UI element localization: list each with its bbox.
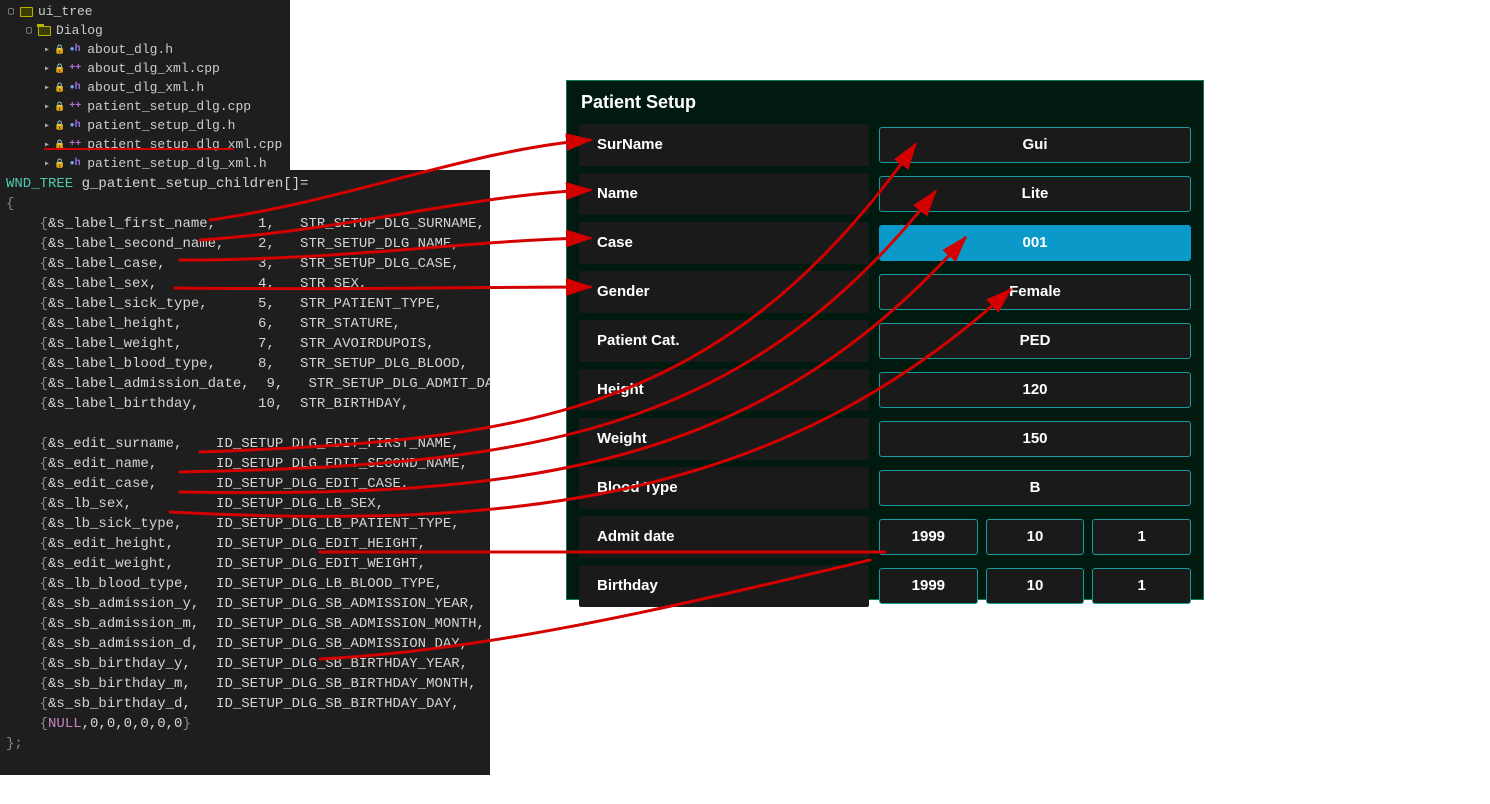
- annotation-underline: [44, 148, 234, 150]
- tree-file-name: about_dlg_xml.cpp: [87, 61, 220, 76]
- field-label: SurName: [579, 124, 869, 166]
- chevron-right-icon: ▸: [40, 63, 54, 75]
- patient-setup-dialog: Patient Setup SurName Gui Name Lite Case 001 G…: [566, 80, 1204, 600]
- field-label: Gender: [579, 271, 869, 313]
- tree-file-name: about_dlg.h: [87, 42, 173, 57]
- date-part[interactable]: 1: [1092, 519, 1191, 555]
- field-label: Case: [579, 222, 869, 264]
- chevron-right-icon: ▸: [40, 44, 54, 56]
- date-group: 1999101: [879, 519, 1191, 555]
- form-row: Weight 150: [579, 415, 1191, 463]
- file-icon: h: [67, 43, 83, 57]
- field-label: Admit date: [579, 516, 869, 558]
- field-label: Name: [579, 173, 869, 215]
- form-row: Name Lite: [579, 170, 1191, 218]
- tree-folder[interactable]: ▢ Dialog: [0, 21, 290, 40]
- date-part[interactable]: 10: [986, 519, 1085, 555]
- tree-folder-label: Dialog: [56, 23, 103, 38]
- file-icon: h: [67, 81, 83, 95]
- folder-icon: [36, 24, 52, 38]
- field-label: Height: [579, 369, 869, 411]
- field-label: Weight: [579, 418, 869, 460]
- field-value[interactable]: 150: [879, 421, 1191, 457]
- tree-file[interactable]: ▸🔒h about_dlg_xml.h: [0, 78, 290, 97]
- field-value[interactable]: PED: [879, 323, 1191, 359]
- field-value[interactable]: 120: [879, 372, 1191, 408]
- date-group: 1999101: [879, 568, 1191, 604]
- tree-file[interactable]: ▸🔒h patient_setup_dlg.h: [0, 116, 290, 135]
- file-icon: ++: [67, 62, 83, 76]
- tree-root[interactable]: ▢ ui_tree: [0, 2, 290, 21]
- tree-file-name: about_dlg_xml.h: [87, 80, 204, 95]
- field-label: Patient Cat.: [579, 320, 869, 362]
- code-editor[interactable]: WND_TREE g_patient_setup_children[]= { {…: [0, 170, 490, 775]
- form-row: Admit date 1999101: [579, 513, 1191, 561]
- folder-icon: [18, 5, 34, 19]
- field-value[interactable]: Gui: [879, 127, 1191, 163]
- file-tree[interactable]: ▢ ui_tree ▢ Dialog ▸🔒habout_dlg.h▸🔒++abo…: [0, 0, 290, 177]
- field-label: Blood Type: [579, 467, 869, 509]
- date-part[interactable]: 1999: [879, 519, 978, 555]
- chevron-right-icon: ▸: [40, 82, 54, 94]
- chevron-down-icon: ▢: [4, 6, 18, 18]
- form-row: Case 001: [579, 219, 1191, 267]
- date-part[interactable]: 1999: [879, 568, 978, 604]
- chevron-right-icon: ▸: [40, 120, 54, 132]
- chevron-down-icon: ▢: [22, 25, 36, 37]
- lock-icon: 🔒: [54, 121, 65, 131]
- field-value[interactable]: Female: [879, 274, 1191, 310]
- form-row: Birthday 1999101: [579, 562, 1191, 610]
- file-icon: h: [67, 119, 83, 133]
- field-value[interactable]: 001: [879, 225, 1191, 261]
- tree-file-name: patient_setup_dlg_xml.h: [87, 156, 266, 171]
- dialog-title: Patient Setup: [567, 81, 1203, 121]
- form-row: Patient Cat. PED: [579, 317, 1191, 365]
- tree-file[interactable]: ▸🔒h about_dlg.h: [0, 40, 290, 59]
- field-label: Birthday: [579, 565, 869, 607]
- field-value[interactable]: B: [879, 470, 1191, 506]
- form-row: Height 120: [579, 366, 1191, 414]
- tree-file-name: patient_setup_dlg.h: [87, 118, 235, 133]
- tree-file[interactable]: ▸🔒++ about_dlg_xml.cpp: [0, 59, 290, 78]
- file-icon: h: [67, 157, 83, 171]
- chevron-right-icon: ▸: [40, 158, 54, 170]
- lock-icon: 🔒: [54, 159, 65, 169]
- tree-root-label: ui_tree: [38, 4, 93, 19]
- chevron-right-icon: ▸: [40, 101, 54, 113]
- lock-icon: 🔒: [54, 64, 65, 74]
- field-value[interactable]: Lite: [879, 176, 1191, 212]
- date-part[interactable]: 1: [1092, 568, 1191, 604]
- lock-icon: 🔒: [54, 83, 65, 93]
- code-text: WND_TREE g_patient_setup_children[]= { {…: [6, 174, 484, 754]
- tree-file[interactable]: ▸🔒++ patient_setup_dlg.cpp: [0, 97, 290, 116]
- tree-file-name: patient_setup_dlg.cpp: [87, 99, 251, 114]
- form-row: Gender Female: [579, 268, 1191, 316]
- file-icon: ++: [67, 100, 83, 114]
- lock-icon: 🔒: [54, 45, 65, 55]
- form-row: Blood Type B: [579, 464, 1191, 512]
- form-row: SurName Gui: [579, 121, 1191, 169]
- lock-icon: 🔒: [54, 102, 65, 112]
- tree-file[interactable]: ▸🔒++patient_setup_dlg_xml.cpp: [0, 135, 290, 154]
- date-part[interactable]: 10: [986, 568, 1085, 604]
